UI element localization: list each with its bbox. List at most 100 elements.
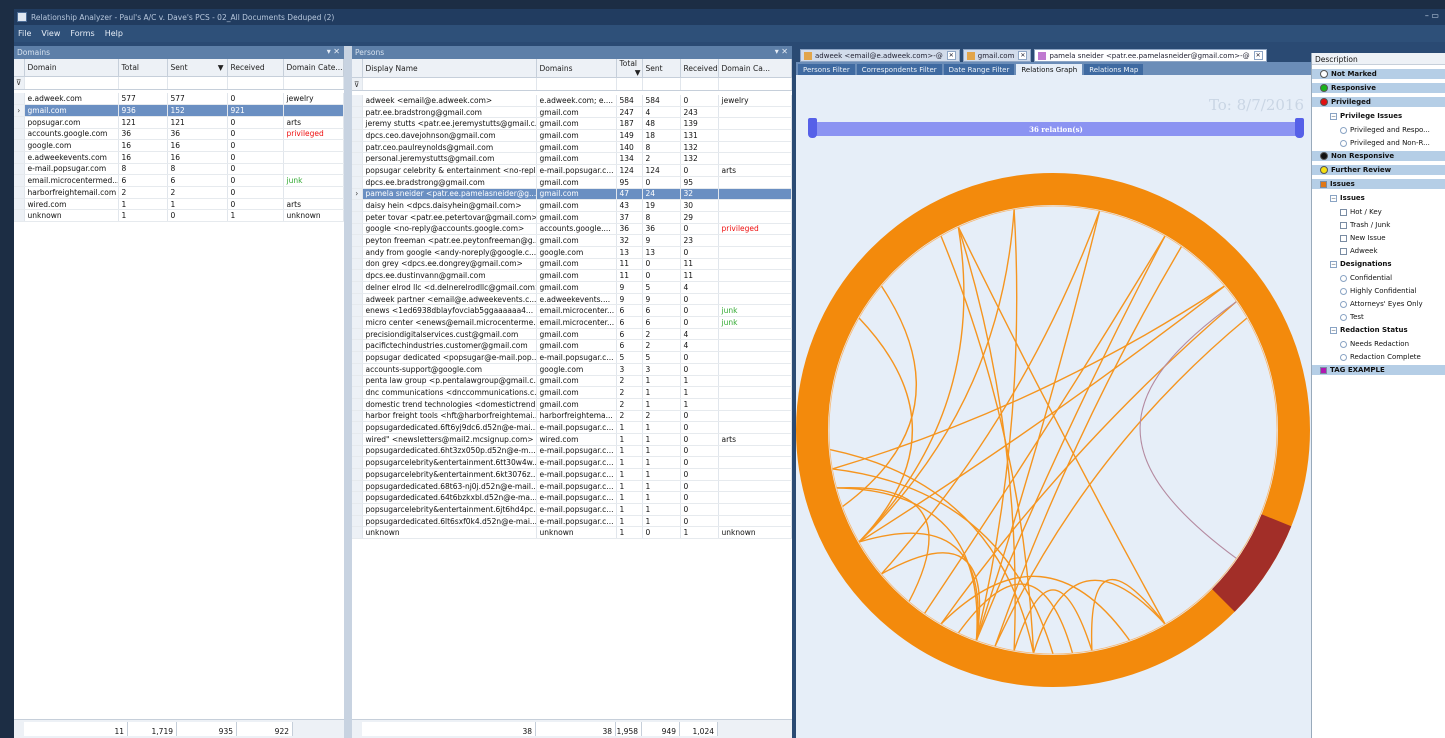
- tag-node[interactable]: Non Responsive: [1312, 151, 1445, 161]
- person-row[interactable]: unknown unknown 1 0 1 unknown: [352, 526, 792, 540]
- tab-relations-graph[interactable]: Relations Graph: [1016, 64, 1083, 75]
- collapse-icon[interactable]: −: [1330, 326, 1337, 334]
- tag-node[interactable]: New Issue: [1312, 233, 1386, 243]
- person-row[interactable]: don grey <dpcs.ee.dongrey@gmail.com> gmai…: [352, 258, 792, 271]
- tag-node[interactable]: Privileged and Non-R...: [1312, 138, 1430, 148]
- domain-row[interactable]: harborfreightemail.com 2 2 0: [14, 186, 344, 199]
- person-row[interactable]: adweek <email@e.adweek.com> e.adweek.com;…: [352, 94, 792, 107]
- person-row[interactable]: daisy hein <dpcs.daisyhein@gmail.com> gma…: [352, 199, 792, 212]
- col-received[interactable]: Received: [680, 59, 719, 78]
- collapse-icon[interactable]: −: [1330, 194, 1337, 202]
- collapse-icon[interactable]: −: [1330, 112, 1337, 120]
- person-row[interactable]: dpcs.ee.bradstrong@gmail.com gmail.com 95 0…: [352, 176, 792, 189]
- tab-relations-map[interactable]: Relations Map: [1084, 64, 1144, 75]
- tag-node[interactable]: Redaction Complete: [1312, 352, 1421, 362]
- person-row[interactable]: popsugardedicated.68t63-nj0j.d52n@e-mail…: [352, 480, 792, 493]
- relations-slider[interactable]: 36 relation(s): [808, 118, 1304, 138]
- person-row[interactable]: popsugar celebrity & entertainment <no-r…: [352, 164, 792, 177]
- person-row[interactable]: pacifictechindustries.customer@gmail.com…: [352, 339, 792, 353]
- col-domain-category[interactable]: Domain Ca...: [718, 59, 792, 78]
- domain-row[interactable]: e-mail.popsugar.com 8 8 0: [14, 163, 344, 176]
- tag-node[interactable]: − Designations: [1312, 259, 1392, 269]
- person-row[interactable]: harbor freight tools <hft@harborfreighte…: [352, 410, 792, 423]
- person-row[interactable]: › pamela sneider <patr.ee.pamelasneider@g…: [352, 188, 792, 201]
- tag-node[interactable]: Responsive: [1312, 83, 1445, 93]
- menu-view[interactable]: View: [41, 29, 60, 38]
- person-row[interactable]: google <no-reply@accounts.google.com> acc…: [352, 223, 792, 236]
- tab-date-range-filter[interactable]: Date Range Filter: [943, 64, 1015, 75]
- panel-pin-close-icon[interactable]: ▾ ✕: [327, 47, 340, 56]
- domain-row[interactable]: google.com 16 16 0: [14, 139, 344, 152]
- col-sent[interactable]: Sent ▼: [167, 59, 228, 77]
- menu-file[interactable]: File: [18, 29, 31, 38]
- selected-person-arc[interactable]: [1211, 514, 1292, 612]
- tab-persons-filter[interactable]: Persons Filter: [798, 64, 855, 75]
- person-row[interactable]: dpcs.ee.dustinvann@gmail.com gmail.com 11 0…: [352, 269, 792, 282]
- doc-tab-adweek[interactable]: adweek <email@e.adweek.com>-@ ✕: [800, 49, 960, 62]
- person-row[interactable]: popsugar dedicated <popsugar@e-mail.pop.…: [352, 351, 792, 364]
- tag-node[interactable]: − Redaction Status: [1312, 325, 1408, 335]
- person-row[interactable]: patr.ceo.paulreynolds@gmail.com gmail.com…: [352, 141, 792, 154]
- domain-row[interactable]: accounts.google.com 36 36 0 privileged: [14, 128, 344, 141]
- domain-row[interactable]: unknown 1 0 1 unknown: [14, 209, 344, 223]
- person-row[interactable]: precisiondigitalservices.cust@gmail.com g…: [352, 328, 792, 341]
- person-row[interactable]: peyton freeman <patr.ee.peytonfreeman@g.…: [352, 234, 792, 247]
- tab-correspondents-filter[interactable]: Correspondents Filter: [856, 64, 942, 75]
- close-icon[interactable]: ✕: [1018, 51, 1028, 60]
- filter-row[interactable]: ⊽: [14, 76, 344, 90]
- tag-node[interactable]: Highly Confidential: [1312, 286, 1417, 296]
- close-icon[interactable]: ✕: [1253, 51, 1263, 60]
- splitter[interactable]: [344, 46, 352, 738]
- col-received[interactable]: Received: [227, 59, 284, 77]
- tag-node[interactable]: Further Review: [1312, 165, 1445, 175]
- tag-node[interactable]: Issues: [1312, 179, 1445, 189]
- col-domain[interactable]: Domain: [24, 59, 119, 77]
- domain-row[interactable]: e.adweek.com 577 577 0 jewelry: [14, 93, 344, 106]
- collapse-icon[interactable]: −: [1330, 260, 1337, 268]
- col-total[interactable]: Total ▼: [616, 59, 643, 78]
- window-controls[interactable]: – ▭: [1425, 11, 1439, 20]
- menu-forms[interactable]: Forms: [70, 29, 94, 38]
- person-row[interactable]: accounts-support@google.com google.com 3 3 0: [352, 363, 792, 376]
- person-row[interactable]: domestic trend technologies <domestictre…: [352, 398, 792, 411]
- domain-row[interactable]: › gmail.com 936 152 921: [14, 104, 344, 117]
- person-row[interactable]: andy from google <andy-noreply@google.c.…: [352, 246, 792, 259]
- person-row[interactable]: personal.jeremystutts@gmail.com gmail.com…: [352, 152, 792, 166]
- close-icon[interactable]: ✕: [946, 51, 956, 60]
- person-row[interactable]: delner elrod llc <d.delnerelrodllc@gmail…: [352, 281, 792, 294]
- person-row[interactable]: adweek partner <email@e.adweekevents.c..…: [352, 293, 792, 306]
- tag-node[interactable]: Privileged: [1312, 97, 1445, 107]
- menu-help[interactable]: Help: [105, 29, 123, 38]
- tag-node[interactable]: − Privilege Issues: [1312, 111, 1402, 121]
- person-row[interactable]: popsugarcelebrity&entertainment.6jt6hd4p…: [352, 503, 792, 516]
- tag-node[interactable]: TAG EXAMPLE: [1312, 365, 1445, 375]
- domain-row[interactable]: wired.com 1 1 0 arts: [14, 198, 344, 211]
- tag-node[interactable]: Trash / Junk: [1312, 220, 1390, 230]
- tag-node[interactable]: Test: [1312, 312, 1364, 322]
- tag-node[interactable]: − Issues: [1312, 193, 1365, 203]
- tag-node[interactable]: Needs Redaction: [1312, 339, 1409, 349]
- domain-row[interactable]: email.microcentermed... 6 6 0 junk: [14, 174, 344, 187]
- person-row[interactable]: dpcs.ceo.davejohnson@gmail.com gmail.com 1…: [352, 129, 792, 142]
- person-row[interactable]: patr.ee.bradstrong@gmail.com gmail.com 247…: [352, 106, 792, 119]
- tag-node[interactable]: Attorneys' Eyes Only: [1312, 299, 1423, 309]
- col-sent[interactable]: Sent: [642, 59, 681, 78]
- filter-row[interactable]: ⊽: [352, 77, 792, 91]
- person-row[interactable]: peter tovar <patr.ee.petertovar@gmail.co…: [352, 211, 792, 224]
- panel-pin-close-icon[interactable]: ▾ ✕: [775, 47, 788, 56]
- tag-node[interactable]: Not Marked: [1312, 69, 1445, 79]
- tag-node[interactable]: Adweek: [1312, 246, 1378, 256]
- person-row[interactable]: jeremy stutts <patr.ee.jeremystutts@gmai…: [352, 117, 792, 131]
- person-row[interactable]: popsugarcelebrity&entertainment.6kt3076z…: [352, 468, 792, 481]
- tag-node[interactable]: Confidential: [1312, 273, 1392, 283]
- doc-tab-pamela[interactable]: pamela sneider <patr.ee.pamelasneider@gm…: [1034, 49, 1267, 62]
- person-row[interactable]: popsugardedicated.6lt6sxf0k4.d52n@e-mai.…: [352, 515, 792, 528]
- person-row[interactable]: penta law group <p.pentalawgroup@gmail.c…: [352, 375, 792, 388]
- person-row[interactable]: popsugarcelebrity&entertainment.6tt30w4w…: [352, 456, 792, 469]
- tag-node[interactable]: Hot / Key: [1312, 207, 1382, 217]
- domain-row[interactable]: e.adweekevents.com 16 16 0: [14, 151, 344, 164]
- person-row[interactable]: dnc communications <dnccommunications.c.…: [352, 386, 792, 399]
- person-row[interactable]: wired" <newsletters@mail2.mcsignup.com> …: [352, 433, 792, 446]
- person-row[interactable]: popsugardedicated.6ht3zx050p.d52n@e-m...…: [352, 445, 792, 458]
- col-domain-category[interactable]: Domain Cate...: [283, 59, 344, 77]
